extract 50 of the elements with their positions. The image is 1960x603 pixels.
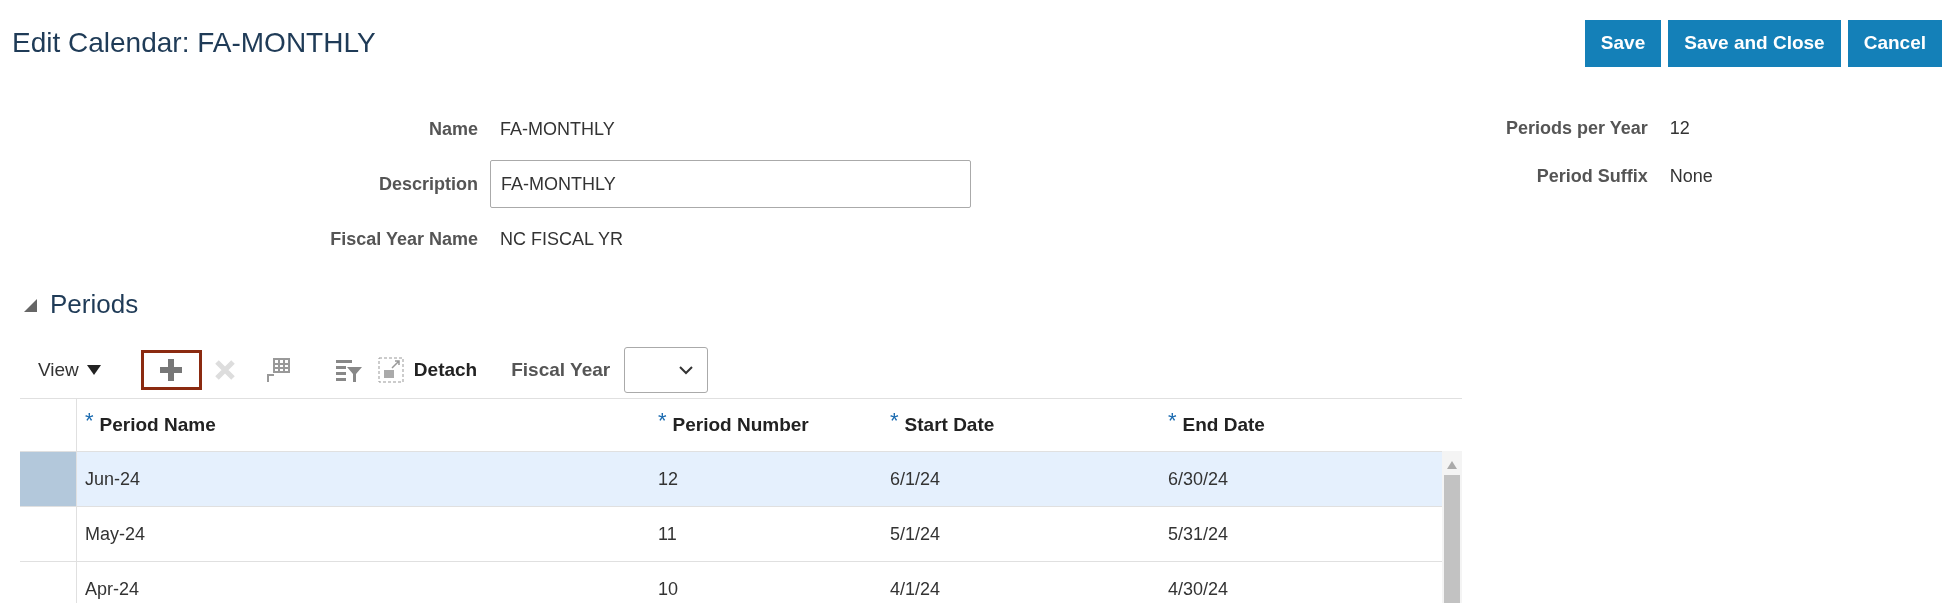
table-cell-text: 12	[657, 467, 680, 491]
required-mark: *	[658, 410, 667, 432]
field-value: FA-MONTHLY	[500, 118, 616, 141]
chevron-down-icon	[679, 365, 694, 375]
table-row[interactable]: May-24 11 5/1/24 5/31/24	[20, 506, 1442, 561]
fiscal-year-label: Fiscal Year	[511, 357, 611, 382]
filter-icon[interactable]	[333, 357, 364, 383]
table-cell-text: Jun-24	[84, 467, 142, 491]
table-cell-text: 6/30/24	[1167, 467, 1230, 491]
table-cell-text: 4/1/24	[889, 577, 942, 601]
column-header: End Date	[1182, 412, 1265, 437]
table-cell-text: 4/30/24	[1167, 577, 1230, 601]
field-value: NC FISCAL YR	[500, 228, 625, 251]
description-field[interactable]: FA-MONTHLY	[490, 160, 971, 208]
field-label: Description	[377, 173, 478, 196]
field-label: Period Suffix	[1535, 165, 1648, 188]
required-mark: *	[890, 410, 899, 432]
column-header: Period Name	[99, 412, 216, 437]
table-cell-text: 6/1/24	[889, 467, 942, 491]
table-row[interactable]: Apr-24 10 4/1/24 4/30/24	[20, 561, 1442, 603]
table-cell-text: 10	[657, 577, 680, 601]
add-button[interactable]	[140, 350, 202, 390]
table-cell-text: May-24	[84, 522, 147, 546]
field-value: None	[1669, 165, 1713, 188]
action-button[interactable]: Save and Close	[1668, 20, 1841, 67]
scrollbar[interactable]	[1442, 451, 1462, 603]
field-label: Name	[427, 118, 478, 141]
table-cell-text: 11	[657, 522, 678, 546]
page-title: Edit Calendar: FA-MONTHLY	[12, 26, 376, 60]
table-cell-text: 5/31/24	[1167, 522, 1230, 546]
action-button[interactable]: Save	[1584, 20, 1662, 67]
table-cell-text: Apr-24	[84, 577, 141, 601]
caret-icon	[86, 365, 101, 375]
table-row[interactable]: Jun-24 12 6/1/24 6/30/24	[20, 451, 1442, 506]
field-label: Periods per Year	[1506, 117, 1648, 140]
detach-button[interactable]: Detach	[377, 355, 478, 385]
field-value: 12	[1669, 117, 1691, 140]
section-title: Periods	[50, 288, 139, 321]
plus-icon	[160, 359, 183, 381]
field-label: Fiscal Year Name	[329, 228, 478, 251]
required-mark: *	[85, 410, 94, 432]
column-header: Start Date	[904, 412, 995, 437]
column-header: Period Number	[672, 412, 809, 437]
view-menu[interactable]: View	[38, 355, 101, 385]
fiscal-year-select[interactable]	[624, 347, 709, 393]
action-button[interactable]: Cancel	[1847, 20, 1942, 67]
required-mark: *	[1168, 410, 1177, 432]
scroll-up-icon[interactable]	[1447, 461, 1457, 469]
detach-icon	[377, 357, 404, 383]
table-cell-text: 5/1/24	[889, 522, 942, 546]
